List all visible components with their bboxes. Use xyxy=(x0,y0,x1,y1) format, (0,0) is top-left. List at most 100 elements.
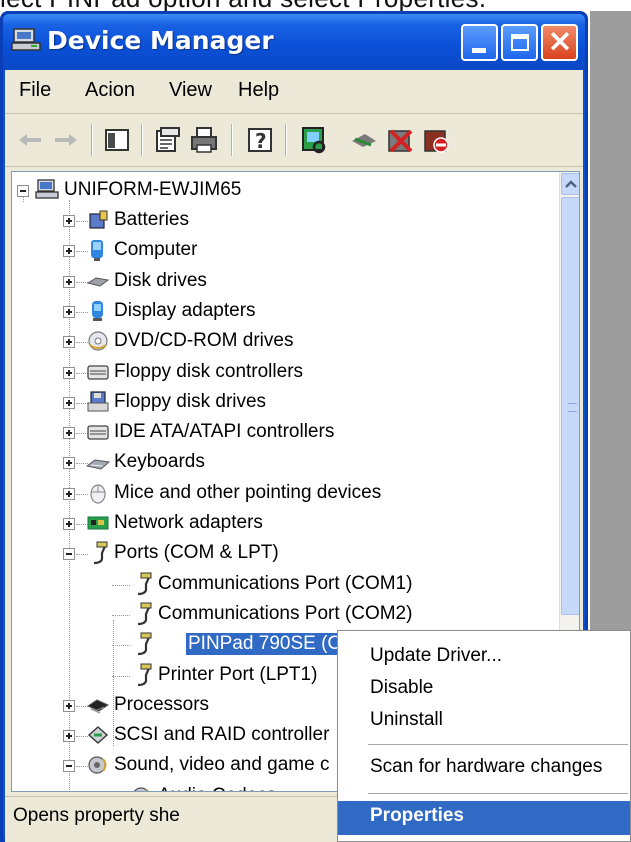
toolbar-separator xyxy=(285,124,287,156)
tree-category[interactable]: Ports (COM & LPT) xyxy=(12,539,552,569)
port-icon xyxy=(137,632,152,656)
back-arrow-icon[interactable] xyxy=(15,125,45,155)
status-text: Opens property she xyxy=(13,805,180,826)
menu-view[interactable]: View xyxy=(169,79,212,102)
expand-toggle[interactable] xyxy=(63,396,75,409)
expand-toggle[interactable] xyxy=(63,518,75,530)
port-icon xyxy=(93,541,108,565)
disable-icon[interactable] xyxy=(421,125,451,155)
scroll-thumb[interactable] xyxy=(561,197,579,615)
tree-connector xyxy=(112,675,130,677)
tree-category[interactable]: Network adapters xyxy=(12,509,552,539)
tree-node-label: DVD/CD-ROM drives xyxy=(114,330,294,352)
close-icon: × xyxy=(547,23,573,59)
update-driver-icon[interactable] xyxy=(349,125,379,155)
tree-category[interactable]: Disk drives xyxy=(12,267,552,297)
toolbar-separator xyxy=(141,124,143,156)
tree-node-label: Floppy disk drives xyxy=(114,390,267,412)
port-icon xyxy=(137,602,152,625)
tree-category[interactable]: DVD/CD-ROM drives xyxy=(12,327,552,357)
display-adapter-icon xyxy=(92,300,103,321)
scan-hardware-icon[interactable] xyxy=(299,125,329,155)
computer-icon xyxy=(35,179,59,199)
tree-category[interactable]: IDE ATA/ATAPI controllers xyxy=(12,418,552,448)
collapse-toggle[interactable] xyxy=(63,548,75,561)
tree-category[interactable]: Floppy disk drives xyxy=(12,388,552,418)
menu-item-properties[interactable]: Properties xyxy=(338,801,630,835)
menu-help[interactable]: Help xyxy=(238,79,279,102)
tree-category[interactable]: Mice and other pointing devices xyxy=(12,479,552,509)
context-menu: Update Driver... Disable Uninstall Scan … xyxy=(337,630,631,842)
help-icon[interactable]: ? xyxy=(245,125,275,155)
menu-action[interactable]: Acion xyxy=(85,79,135,102)
print-icon[interactable] xyxy=(189,125,219,155)
toolbar: ? xyxy=(5,115,583,167)
expand-toggle[interactable] xyxy=(63,215,75,227)
menu-item-uninstall[interactable]: Uninstall xyxy=(338,705,630,737)
expand-toggle[interactable] xyxy=(63,245,75,258)
tree-connector xyxy=(112,584,130,586)
tree-connector xyxy=(112,645,130,647)
tree-node-label: SCSI and RAID controller xyxy=(114,724,330,746)
forward-arrow-icon[interactable] xyxy=(51,125,81,155)
tree-category[interactable]: Floppy disk controllers xyxy=(12,358,552,388)
collapse-toggle[interactable] xyxy=(63,760,75,773)
tree-root[interactable]: UNIFORM-EWJIM65 xyxy=(12,176,552,206)
expand-toggle[interactable] xyxy=(63,457,75,470)
collapse-toggle[interactable] xyxy=(17,185,29,197)
tree-node-label: Mice and other pointing devices xyxy=(114,481,382,503)
close-button[interactable]: × xyxy=(541,23,578,61)
menu-item-update-driver[interactable]: Update Driver... xyxy=(338,641,630,673)
tree-node-label: Display adapters xyxy=(114,299,256,321)
tree-node-label: Network adapters xyxy=(114,512,263,533)
expand-toggle[interactable] xyxy=(63,699,75,712)
uninstall-icon[interactable] xyxy=(385,125,415,155)
title-bar[interactable]: Device Manager × xyxy=(3,14,585,70)
tree-node-label: IDE ATA/ATAPI controllers xyxy=(114,421,335,443)
scsi-icon xyxy=(87,726,109,745)
processor-icon xyxy=(86,699,110,714)
menu-separator xyxy=(368,793,628,794)
device-manager-icon xyxy=(11,28,41,51)
controller-icon xyxy=(87,364,109,380)
tree-device[interactable]: Communications Port (COM1) xyxy=(12,570,552,600)
tree-node-label: Batteries xyxy=(114,209,189,230)
sound-icon xyxy=(88,756,107,774)
battery-icon xyxy=(89,210,108,229)
menu-item-label: Disable xyxy=(370,677,434,698)
maximize-button[interactable] xyxy=(501,24,538,61)
expand-toggle[interactable] xyxy=(63,487,75,500)
properties-icon[interactable] xyxy=(153,125,183,155)
menu-item-label: Update Driver... xyxy=(370,645,502,666)
expand-toggle[interactable] xyxy=(63,305,75,318)
tree-node-label: Audio Codecs xyxy=(158,785,276,791)
menu-file[interactable]: File xyxy=(19,79,51,102)
root-label: UNIFORM-EWJIM65 xyxy=(64,179,242,200)
menu-item-scan[interactable]: Scan for hardware changes xyxy=(338,752,630,784)
expand-toggle[interactable] xyxy=(63,366,75,379)
menu-item-disable[interactable]: Disable xyxy=(338,673,630,705)
sound-icon xyxy=(133,787,150,791)
tree-node-label: Printer Port (LPT1) xyxy=(158,663,318,685)
background-region xyxy=(590,11,631,630)
tree-category[interactable]: Batteries xyxy=(12,206,552,236)
expand-toggle[interactable] xyxy=(63,336,75,349)
menu-item-label: Properties xyxy=(370,805,464,826)
menu-item-label: Scan for hardware changes xyxy=(370,756,603,777)
cdrom-icon xyxy=(88,331,108,351)
minimize-icon xyxy=(472,48,486,53)
tree-device[interactable]: Communications Port (COM2) xyxy=(12,600,552,630)
minimize-button[interactable] xyxy=(461,24,498,61)
console-tree-icon[interactable] xyxy=(102,125,132,155)
expand-toggle[interactable] xyxy=(63,275,75,288)
tree-category[interactable]: Keyboards xyxy=(12,448,552,478)
tree-node-label: Communications Port (COM1) xyxy=(158,572,413,594)
toolbar-separator xyxy=(231,124,233,156)
tree-category[interactable]: Computer xyxy=(12,236,552,266)
computer-icon xyxy=(91,240,103,262)
tree-category[interactable]: Display adapters xyxy=(12,297,552,327)
keyboard-icon xyxy=(86,459,110,470)
expand-toggle[interactable] xyxy=(63,730,75,743)
expand-toggle[interactable] xyxy=(63,427,75,440)
scroll-up-button[interactable] xyxy=(561,173,579,195)
